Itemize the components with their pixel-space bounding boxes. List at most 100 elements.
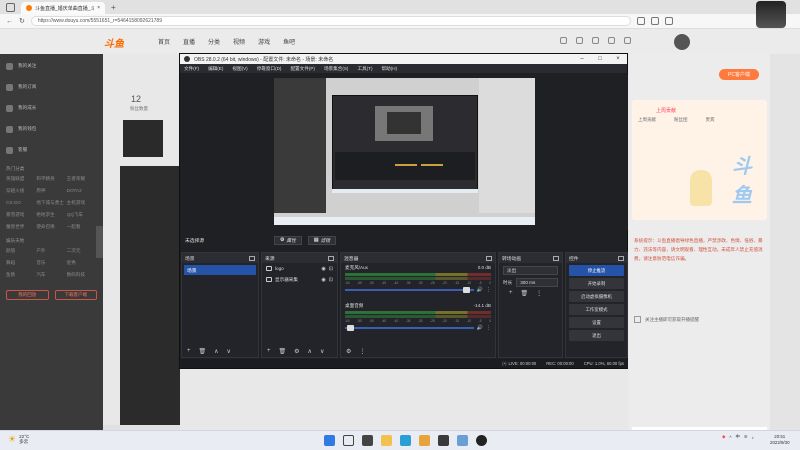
fader-track[interactable] — [345, 325, 474, 331]
gear-icon[interactable]: ⚙ — [294, 348, 299, 355]
preview-canvas[interactable] — [274, 78, 535, 225]
edge-icon[interactable] — [400, 435, 411, 446]
speaker-icon[interactable]: 🔊 — [477, 287, 483, 293]
ime-indicator[interactable]: 中 — [735, 434, 739, 440]
close-icon[interactable]: × — [609, 56, 627, 62]
category-link[interactable]: 英雄联盟 — [6, 176, 36, 182]
nav-item[interactable]: 首页 — [158, 37, 170, 46]
download-client-button[interactable]: 下载客户端 — [54, 290, 97, 300]
tab-close-icon[interactable]: × — [97, 5, 100, 11]
undock-icon[interactable] — [553, 255, 559, 261]
more-icon[interactable]: ⋮ — [486, 287, 491, 293]
maximize-icon[interactable]: □ — [591, 56, 609, 62]
sidebar-item-wallet[interactable]: 我的钱包 — [6, 124, 97, 134]
history-icon[interactable] — [560, 37, 567, 44]
tray-app-icon[interactable]: ◆ — [722, 434, 725, 440]
sidebar-item-follow[interactable]: 我的关注 — [6, 61, 97, 71]
add-icon[interactable]: + — [509, 290, 513, 297]
site-logo[interactable]: 斗鱼 — [104, 35, 138, 50]
category-link[interactable]: 颜值 — [6, 248, 36, 254]
source-item[interactable]: 显示器采集 ◉ ⊡ — [262, 274, 337, 285]
obs-taskbar-icon[interactable] — [476, 435, 487, 446]
category-link[interactable]: 绝地求生 — [36, 212, 66, 218]
message-icon[interactable] — [608, 37, 615, 44]
weather-widget[interactable]: ☀ 22°C 多云 — [8, 434, 29, 445]
profile-icon[interactable] — [664, 17, 673, 25]
nav-item[interactable]: 鱼吧 — [283, 37, 295, 46]
undock-icon[interactable] — [618, 255, 624, 261]
menu-item[interactable]: 帮助(H) — [382, 66, 398, 72]
exit-button[interactable]: 退出 — [569, 330, 624, 341]
video-player[interactable] — [120, 166, 180, 426]
category-link[interactable]: 主机游戏 — [67, 200, 97, 206]
category-link[interactable]: 穿越火线 — [6, 188, 36, 194]
stop-streaming-button[interactable]: 停止推流 — [569, 265, 624, 276]
nav-item[interactable]: 视频 — [233, 37, 245, 46]
transition-select[interactable]: 淡出 — [503, 266, 558, 275]
category-link[interactable]: 一起看 — [67, 224, 97, 230]
category-link[interactable]: 和平精英 — [36, 176, 66, 182]
scene-item[interactable]: 场景 — [184, 265, 256, 275]
gear-icon[interactable]: ⚙ — [346, 348, 351, 355]
url-field[interactable]: https://www.douyu.com/5551651_r=54641580… — [30, 16, 631, 26]
eye-icon[interactable]: ◉ — [321, 277, 325, 283]
category-link[interactable]: 音乐 — [36, 260, 66, 266]
sidebar-item-subscribe[interactable]: 我的订阅 — [6, 82, 97, 92]
menu-item[interactable]: 配置文件(P) — [290, 66, 315, 72]
lock-icon[interactable]: ⊡ — [329, 266, 333, 272]
trash-icon[interactable]: 🗑 — [279, 348, 287, 355]
source-item[interactable]: logo ◉ ⊡ — [262, 263, 337, 274]
app-icon[interactable] — [438, 435, 449, 446]
pc-client-button[interactable]: PC客户端 — [719, 69, 759, 80]
menu-item[interactable]: 编辑(E) — [208, 66, 223, 72]
start-icon[interactable] — [324, 435, 335, 446]
checkbox-icon[interactable] — [634, 316, 641, 323]
category-link[interactable]: CS:GO — [6, 200, 36, 206]
studio-mode-button[interactable]: 工作室模式 — [569, 304, 624, 315]
undock-icon[interactable] — [328, 255, 334, 261]
category-link[interactable]: 王者荣耀 — [67, 176, 97, 182]
start-recording-button[interactable]: 开始录制 — [569, 278, 624, 289]
fader-knob[interactable] — [347, 325, 355, 331]
duration-spinbox[interactable]: 300 ms — [516, 278, 558, 287]
search-icon[interactable] — [343, 435, 354, 446]
move-up-icon[interactable]: ∧ — [308, 348, 312, 355]
minimize-icon[interactable]: – — [573, 56, 591, 62]
location-icon[interactable] — [624, 37, 631, 44]
task-view-icon[interactable] — [362, 435, 373, 446]
category-link[interactable]: 数码科技 — [67, 272, 97, 278]
replay-button[interactable]: 我的回放 — [6, 290, 49, 300]
app-icon[interactable] — [457, 435, 468, 446]
menu-item[interactable]: 工具(T) — [357, 66, 372, 72]
nav-item[interactable]: 游戏 — [258, 37, 270, 46]
nav-item[interactable]: 直播 — [183, 37, 195, 46]
category-link[interactable]: DOTA2 — [67, 188, 97, 194]
refresh-icon[interactable]: ↻ — [19, 17, 25, 25]
clock[interactable]: 20:51 2022/9/30 — [770, 434, 790, 446]
more-icon[interactable]: ⋮ — [536, 290, 542, 297]
tab-vip[interactable]: 贵宾 — [706, 117, 715, 123]
file-explorer-icon[interactable] — [381, 435, 392, 446]
add-icon[interactable]: + — [267, 348, 271, 354]
browser-tab[interactable]: 斗鱼直播_婚庆单曲直播_斗... × — [21, 2, 105, 14]
category-link[interactable]: 使命召唤 — [36, 224, 66, 230]
category-link[interactable]: QQ飞车 — [67, 212, 97, 218]
menu-item[interactable]: 视图(V) — [232, 66, 247, 72]
favorites-icon[interactable] — [636, 17, 645, 25]
properties-button[interactable]: ⚙ 属性 — [274, 235, 302, 245]
filters-button[interactable]: ▤ 滤镜 — [307, 235, 337, 245]
more-icon[interactable]: ⋮ — [359, 348, 365, 355]
download-icon[interactable] — [592, 37, 599, 44]
category-link[interactable]: 二次元 — [67, 248, 97, 254]
follow-icon[interactable] — [576, 37, 583, 44]
category-link[interactable]: 暴雪游戏 — [6, 212, 36, 218]
menu-item[interactable]: 文件(F) — [184, 66, 199, 72]
volume-icon[interactable]: ♪ — [752, 435, 754, 440]
new-tab-icon[interactable]: + — [111, 3, 116, 12]
category-link[interactable]: 户外 — [36, 248, 66, 254]
lock-icon[interactable]: ⊡ — [329, 277, 333, 283]
move-down-icon[interactable]: ∨ — [320, 348, 324, 355]
nav-item[interactable]: 分类 — [208, 37, 220, 46]
user-avatar[interactable] — [674, 34, 690, 50]
more-icon[interactable]: ⋮ — [486, 325, 491, 331]
